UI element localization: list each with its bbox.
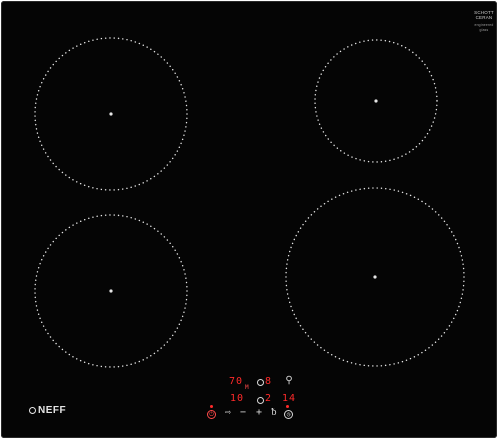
zone-select-ring-top[interactable] — [257, 379, 264, 386]
display-bottom-mid: 2 — [265, 393, 273, 404]
timer-unit: M — [245, 384, 250, 391]
badge-line2: CERAN — [475, 15, 493, 20]
zone-rear-right-center — [374, 99, 378, 103]
cooking-zones — [34, 37, 465, 368]
neff-logo-mark — [29, 407, 36, 414]
select-arrow-icon[interactable]: ⇨ — [222, 407, 234, 418]
timer-icon[interactable]: ◷ — [284, 410, 293, 419]
cooktop-glass: SCHOTT CERAN engineered glass NEFF 70 M … — [1, 1, 497, 438]
boost-icon[interactable]: ᵬ — [268, 407, 280, 418]
schott-ceran-logo: SCHOTT CERAN engineered glass — [471, 10, 497, 33]
display-bottom-right: 14 — [282, 393, 297, 404]
brand-name: NEFF — [38, 405, 67, 416]
zone-rear-left-center — [109, 112, 113, 116]
power-indicator-dot — [210, 405, 213, 408]
display-top-right: 8 — [265, 376, 273, 387]
display-top-left: 70 — [229, 376, 244, 387]
badge-sub: engineered glass — [474, 23, 494, 32]
child-lock-icon[interactable]: ⚲ — [283, 375, 295, 386]
zone-front-left-center — [109, 289, 113, 293]
display-bottom-left: 10 — [230, 393, 245, 404]
power-icon[interactable]: ⏻ — [207, 410, 216, 419]
neff-logo: NEFF — [29, 405, 66, 416]
minus-icon[interactable]: − — [237, 407, 249, 418]
timer-indicator-dot — [286, 405, 289, 408]
plus-icon[interactable]: + — [253, 407, 265, 418]
zone-select-ring-bottom[interactable] — [257, 397, 264, 404]
zone-front-right-center — [373, 275, 377, 279]
